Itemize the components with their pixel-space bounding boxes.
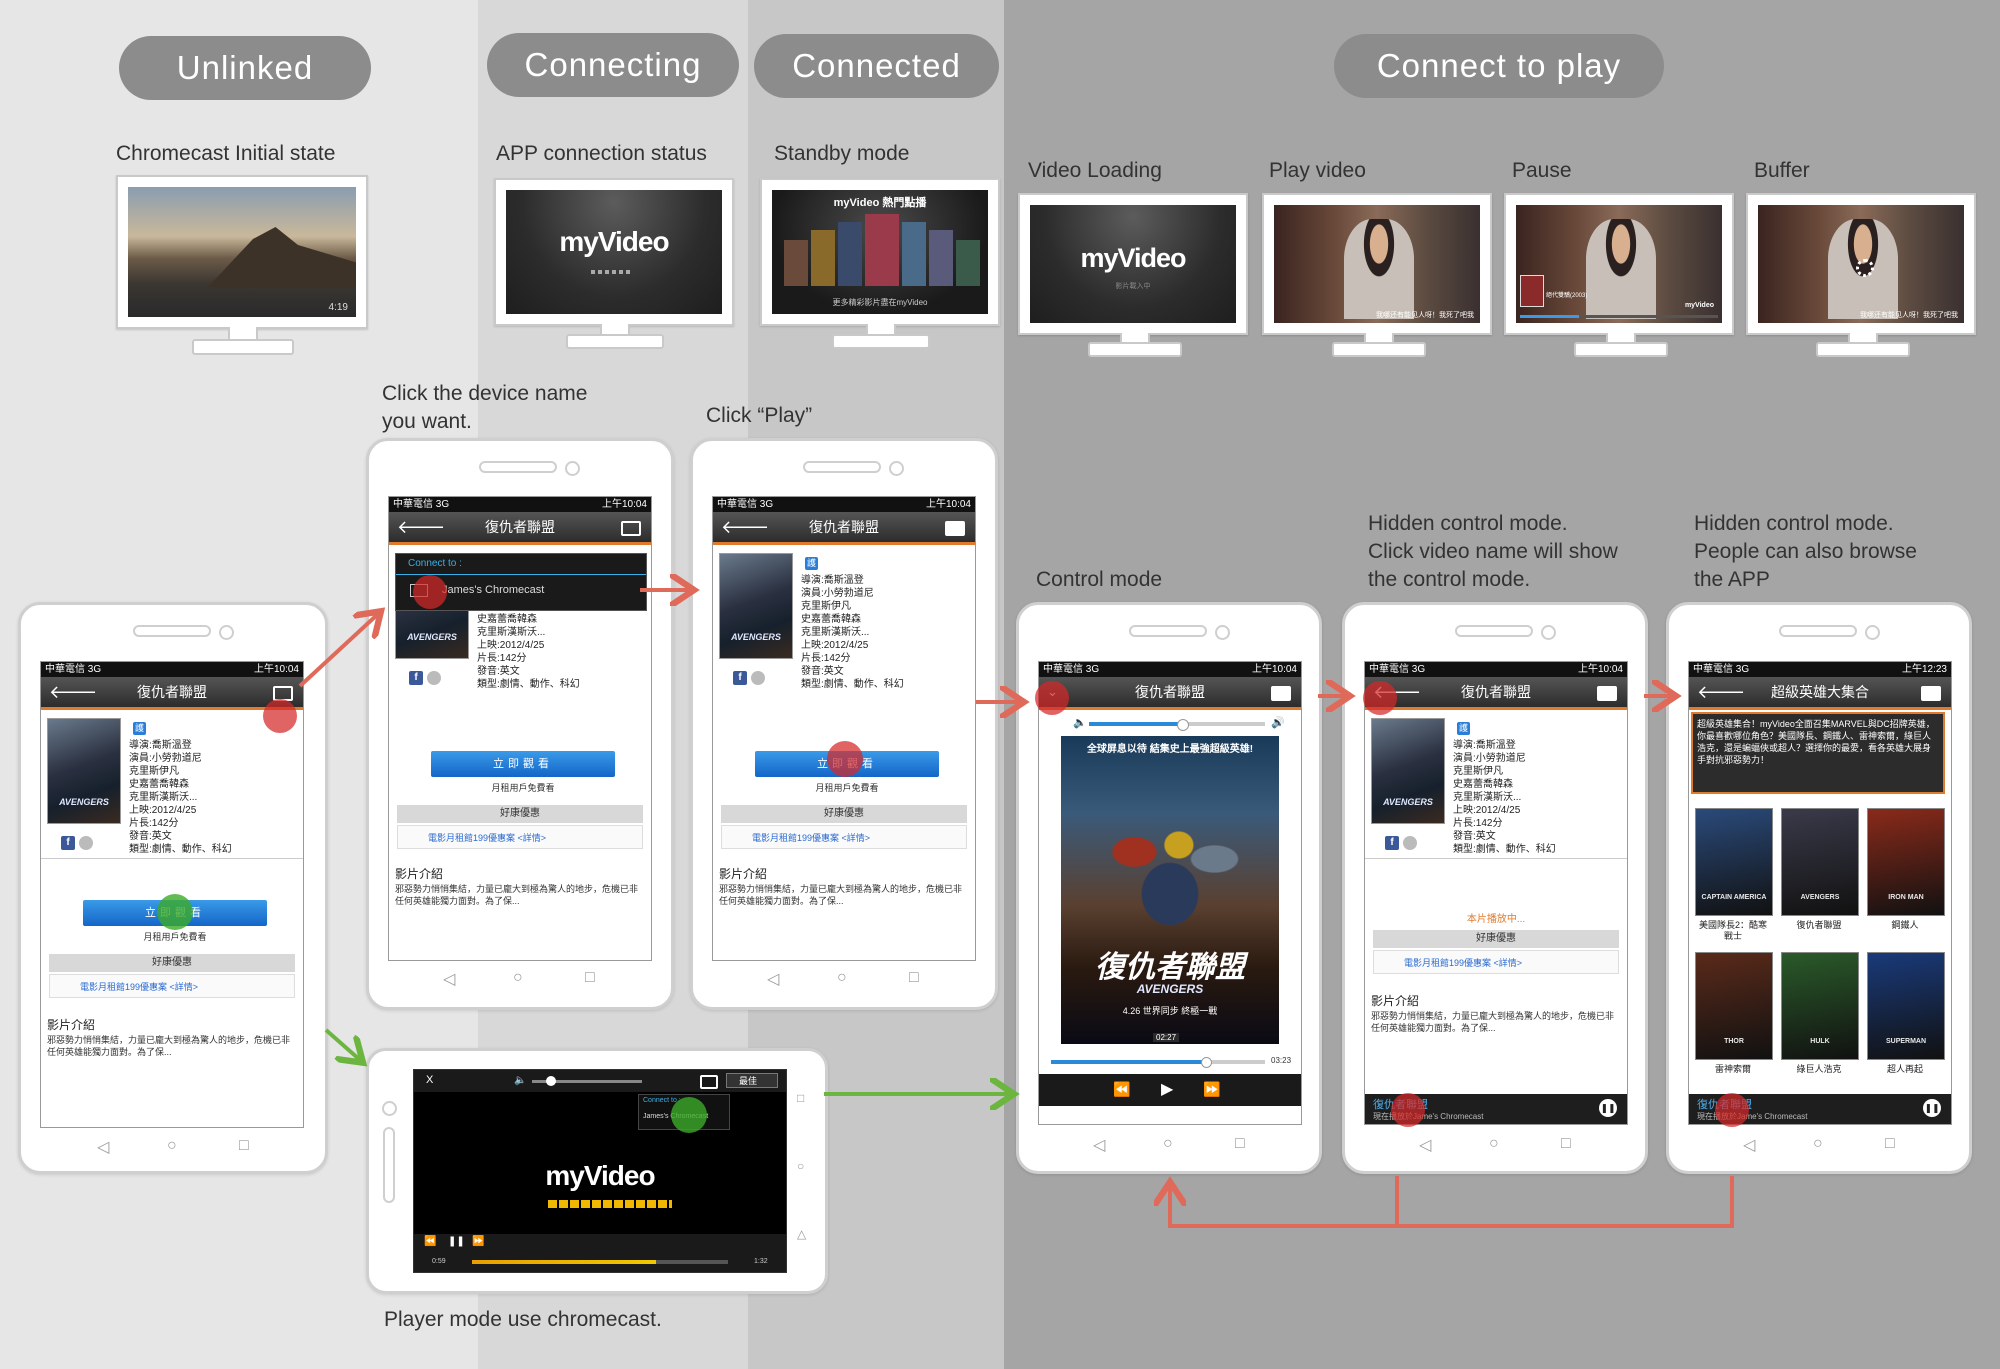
arrow-return-loop [1395, 1176, 1734, 1228]
flow-arrows [298, 0, 1734, 1228]
arrow-unlinked-to-player [324, 1028, 360, 1060]
arrow-unlinked-to-device [298, 614, 378, 688]
